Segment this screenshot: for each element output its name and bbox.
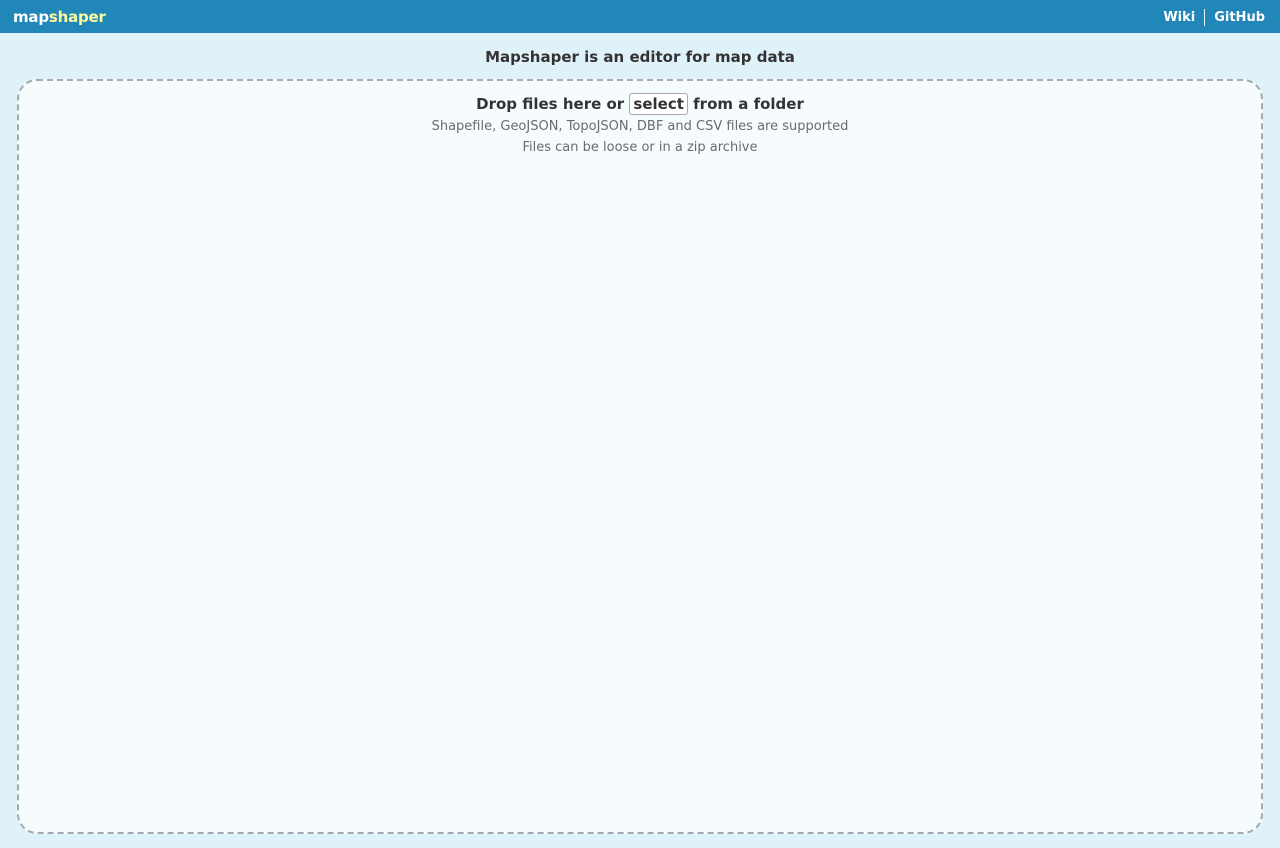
top-nav: Wiki GitHub — [1163, 9, 1265, 26]
logo-shaper-text: shaper — [48, 8, 106, 26]
logo-map-text: map — [13, 8, 49, 26]
wiki-link[interactable]: Wiki — [1163, 10, 1195, 26]
drop-prefix-text: Drop files here or — [476, 95, 625, 113]
nav-divider — [1204, 9, 1206, 26]
top-bar: mapshaper Wiki GitHub — [0, 0, 1280, 33]
github-link[interactable]: GitHub — [1214, 10, 1265, 26]
drop-instructions: Drop files here or select from a folder — [19, 93, 1261, 115]
select-files-button[interactable]: select — [629, 93, 688, 115]
file-drop-zone[interactable]: Drop files here or select from a folder … — [17, 79, 1263, 834]
app-logo[interactable]: mapshaper — [13, 7, 106, 27]
drop-suffix-text: from a folder — [693, 95, 804, 113]
page-title: Mapshaper is an editor for map data — [485, 48, 795, 66]
archive-note-text: Files can be loose or in a zip archive — [522, 140, 758, 155]
supported-formats-text: Shapefile, GeoJSON, TopoJSON, DBF and CS… — [431, 119, 849, 134]
